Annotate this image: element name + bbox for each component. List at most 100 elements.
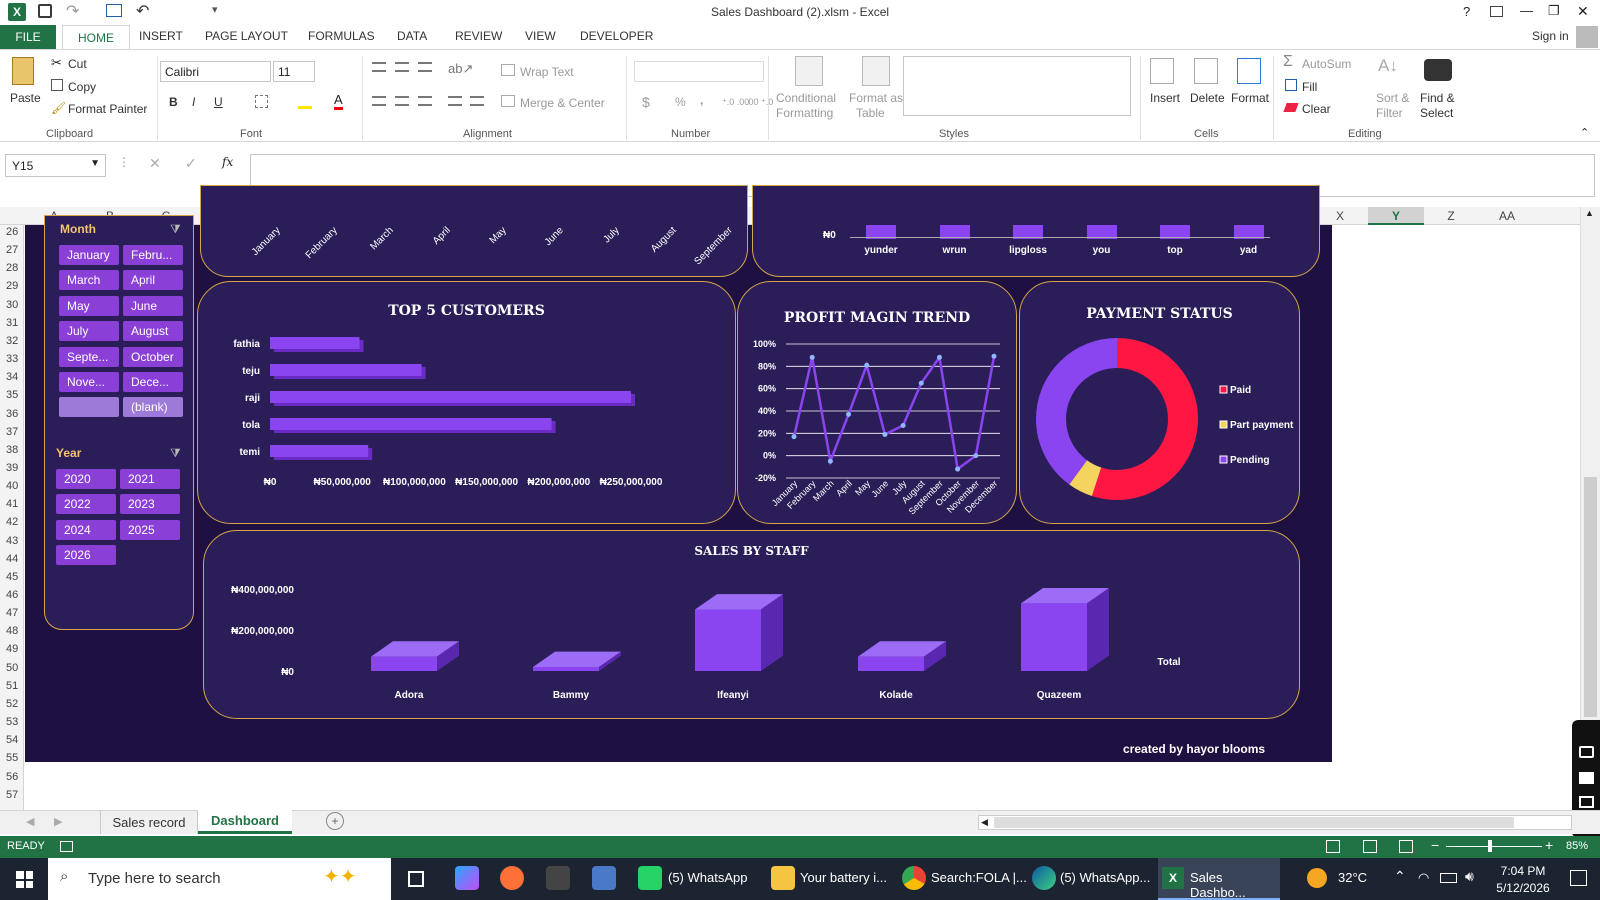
battery-icon[interactable] bbox=[1440, 873, 1457, 883]
month-slicer-item[interactable]: June bbox=[123, 295, 183, 316]
month-slicer-item[interactable]: Nove... bbox=[59, 372, 119, 392]
row-header-56[interactable]: 56 bbox=[6, 771, 18, 783]
row-header-32[interactable]: 32 bbox=[6, 335, 18, 347]
month-slicer-item[interactable]: January bbox=[59, 245, 119, 265]
volume-icon[interactable]: 🔊︎ bbox=[1465, 868, 1474, 885]
taskbar-app-chrome[interactable]: Search:FOLA |... bbox=[931, 870, 1027, 885]
year-slicer-item[interactable]: 2026 bbox=[56, 545, 116, 566]
paste-button[interactable]: Paste bbox=[10, 91, 41, 105]
taskbar-app-battery[interactable]: Your battery i... bbox=[800, 870, 887, 885]
format-as-table-label[interactable]: Format as bbox=[849, 91, 903, 105]
row-header-41[interactable]: 41 bbox=[6, 498, 18, 510]
paste-icon[interactable] bbox=[12, 57, 34, 85]
year-slicer-item[interactable]: 2025 bbox=[120, 519, 180, 540]
month-slicer-item[interactable]: May bbox=[59, 295, 119, 316]
video-editor-icon[interactable] bbox=[546, 866, 570, 890]
italic-button[interactable]: I bbox=[192, 95, 195, 109]
weather-temp[interactable]: 32°C bbox=[1338, 870, 1367, 885]
insert-cells-button[interactable]: Insert bbox=[1150, 91, 1180, 105]
decrease-indent-icon[interactable] bbox=[448, 96, 462, 106]
zoom-out-icon[interactable]: − bbox=[1431, 837, 1439, 853]
insert-function-button[interactable]: fx bbox=[222, 155, 233, 169]
conditional-formatting-icon[interactable] bbox=[795, 56, 823, 86]
zoom-in-icon[interactable]: + bbox=[1545, 837, 1553, 853]
name-box[interactable]: Y15 ▼ bbox=[5, 154, 106, 177]
row-header-38[interactable]: 38 bbox=[6, 444, 18, 456]
year-slicer-item[interactable]: 2024 bbox=[56, 519, 116, 540]
row-header-47[interactable]: 47 bbox=[6, 607, 18, 619]
row-header-49[interactable]: 49 bbox=[6, 643, 18, 655]
notification-icon[interactable] bbox=[1570, 870, 1587, 886]
format-cells-icon[interactable] bbox=[1237, 58, 1261, 84]
macro-record-icon[interactable] bbox=[60, 841, 73, 852]
month-slicer-item[interactable]: July bbox=[59, 321, 119, 342]
bold-button[interactable]: B bbox=[169, 95, 178, 109]
row-header-44[interactable]: 44 bbox=[6, 553, 18, 565]
increase-indent-icon[interactable] bbox=[470, 96, 484, 106]
row-header-33[interactable]: 33 bbox=[6, 353, 18, 365]
restore-button[interactable]: ❐ bbox=[1548, 3, 1560, 19]
column-header-AA[interactable]: AA bbox=[1479, 209, 1535, 223]
row-header-45[interactable]: 45 bbox=[6, 571, 18, 583]
taskbar-app-edge-whatsapp[interactable]: (5) WhatsApp... bbox=[1060, 870, 1150, 885]
row-header-30[interactable]: 30 bbox=[6, 299, 18, 311]
whatsapp-icon[interactable] bbox=[638, 866, 662, 890]
row-header-29[interactable]: 29 bbox=[6, 280, 18, 292]
zoom-thumb[interactable] bbox=[1488, 840, 1492, 852]
binoculars-icon[interactable] bbox=[1424, 59, 1452, 81]
taskbar-app-whatsapp[interactable]: (5) WhatsApp bbox=[668, 870, 747, 885]
sort-filter-icon[interactable]: A↓ bbox=[1378, 56, 1398, 76]
font-size-select[interactable]: 11 bbox=[273, 61, 315, 82]
year-slicer-item[interactable]: 2023 bbox=[120, 494, 180, 515]
cut-button[interactable]: Cut bbox=[68, 57, 87, 71]
find-select-label-2[interactable]: Select bbox=[1420, 106, 1453, 120]
font-color-icon[interactable]: A bbox=[334, 92, 343, 110]
tab-page-layout[interactable]: PAGE LAYOUT bbox=[205, 29, 288, 43]
help-button[interactable]: ? bbox=[1463, 4, 1470, 19]
add-sheet-button[interactable]: + bbox=[326, 812, 344, 830]
row-header-34[interactable]: 34 bbox=[6, 371, 18, 383]
remote-desktop-icon[interactable] bbox=[592, 866, 616, 890]
row-header-40[interactable]: 40 bbox=[6, 480, 18, 492]
firefox-icon[interactable] bbox=[500, 866, 524, 890]
windows-start-icon[interactable] bbox=[16, 871, 33, 888]
hscroll-thumb[interactable] bbox=[994, 817, 1514, 828]
tab-review[interactable]: REVIEW bbox=[455, 29, 502, 43]
align-middle-icon[interactable] bbox=[395, 62, 409, 72]
sort-filter-label-2[interactable]: Filter bbox=[1376, 106, 1403, 120]
camera-icon[interactable] bbox=[1579, 746, 1594, 758]
scroll-thumb[interactable] bbox=[1584, 477, 1597, 717]
row-header-28[interactable]: 28 bbox=[6, 262, 18, 274]
page-break-view-icon[interactable] bbox=[1399, 840, 1413, 853]
clear-filter-icon[interactable]: ⧩ bbox=[170, 446, 181, 461]
scroll-up-icon[interactable]: ▲ bbox=[1585, 208, 1594, 218]
month-slicer-item[interactable]: August bbox=[123, 321, 183, 342]
delete-cells-button[interactable]: Delete bbox=[1190, 91, 1225, 105]
comma-button[interactable]: , bbox=[700, 93, 703, 107]
month-slicer-item[interactable]: March bbox=[59, 270, 119, 291]
weather-icon[interactable] bbox=[1307, 868, 1327, 888]
wrap-text-button[interactable]: Wrap Text bbox=[520, 65, 574, 79]
enter-icon[interactable]: ✓ bbox=[185, 155, 197, 172]
currency-button[interactable]: $ bbox=[642, 94, 650, 110]
fill-button[interactable]: Fill bbox=[1302, 80, 1317, 94]
sheet-tab-sales-record[interactable]: Sales record bbox=[100, 811, 198, 834]
underline-button[interactable]: U bbox=[214, 95, 223, 109]
format-cells-button[interactable]: Format bbox=[1231, 91, 1269, 105]
row-header-35[interactable]: 35 bbox=[6, 389, 18, 401]
column-header-Z[interactable]: Z bbox=[1423, 209, 1479, 223]
month-slicer-item[interactable]: Febru... bbox=[123, 245, 183, 265]
number-format-select[interactable] bbox=[634, 61, 764, 82]
sign-in-link[interactable]: Sign in bbox=[1532, 29, 1569, 43]
tab-developer[interactable]: DEVELOPER bbox=[580, 29, 653, 43]
year-slicer-item[interactable]: 2022 bbox=[56, 494, 116, 515]
row-header-37[interactable]: 37 bbox=[6, 426, 18, 438]
clear-button[interactable]: Clear bbox=[1302, 102, 1331, 116]
row-header-43[interactable]: 43 bbox=[6, 535, 18, 547]
tab-home[interactable]: HOME bbox=[62, 25, 130, 50]
cell-styles-gallery[interactable] bbox=[903, 56, 1131, 116]
normal-view-icon[interactable] bbox=[1326, 840, 1340, 853]
row-header-26[interactable]: 26 bbox=[6, 226, 18, 238]
row-header-50[interactable]: 50 bbox=[6, 662, 18, 674]
month-slicer-item[interactable]: Dece... bbox=[123, 372, 183, 392]
